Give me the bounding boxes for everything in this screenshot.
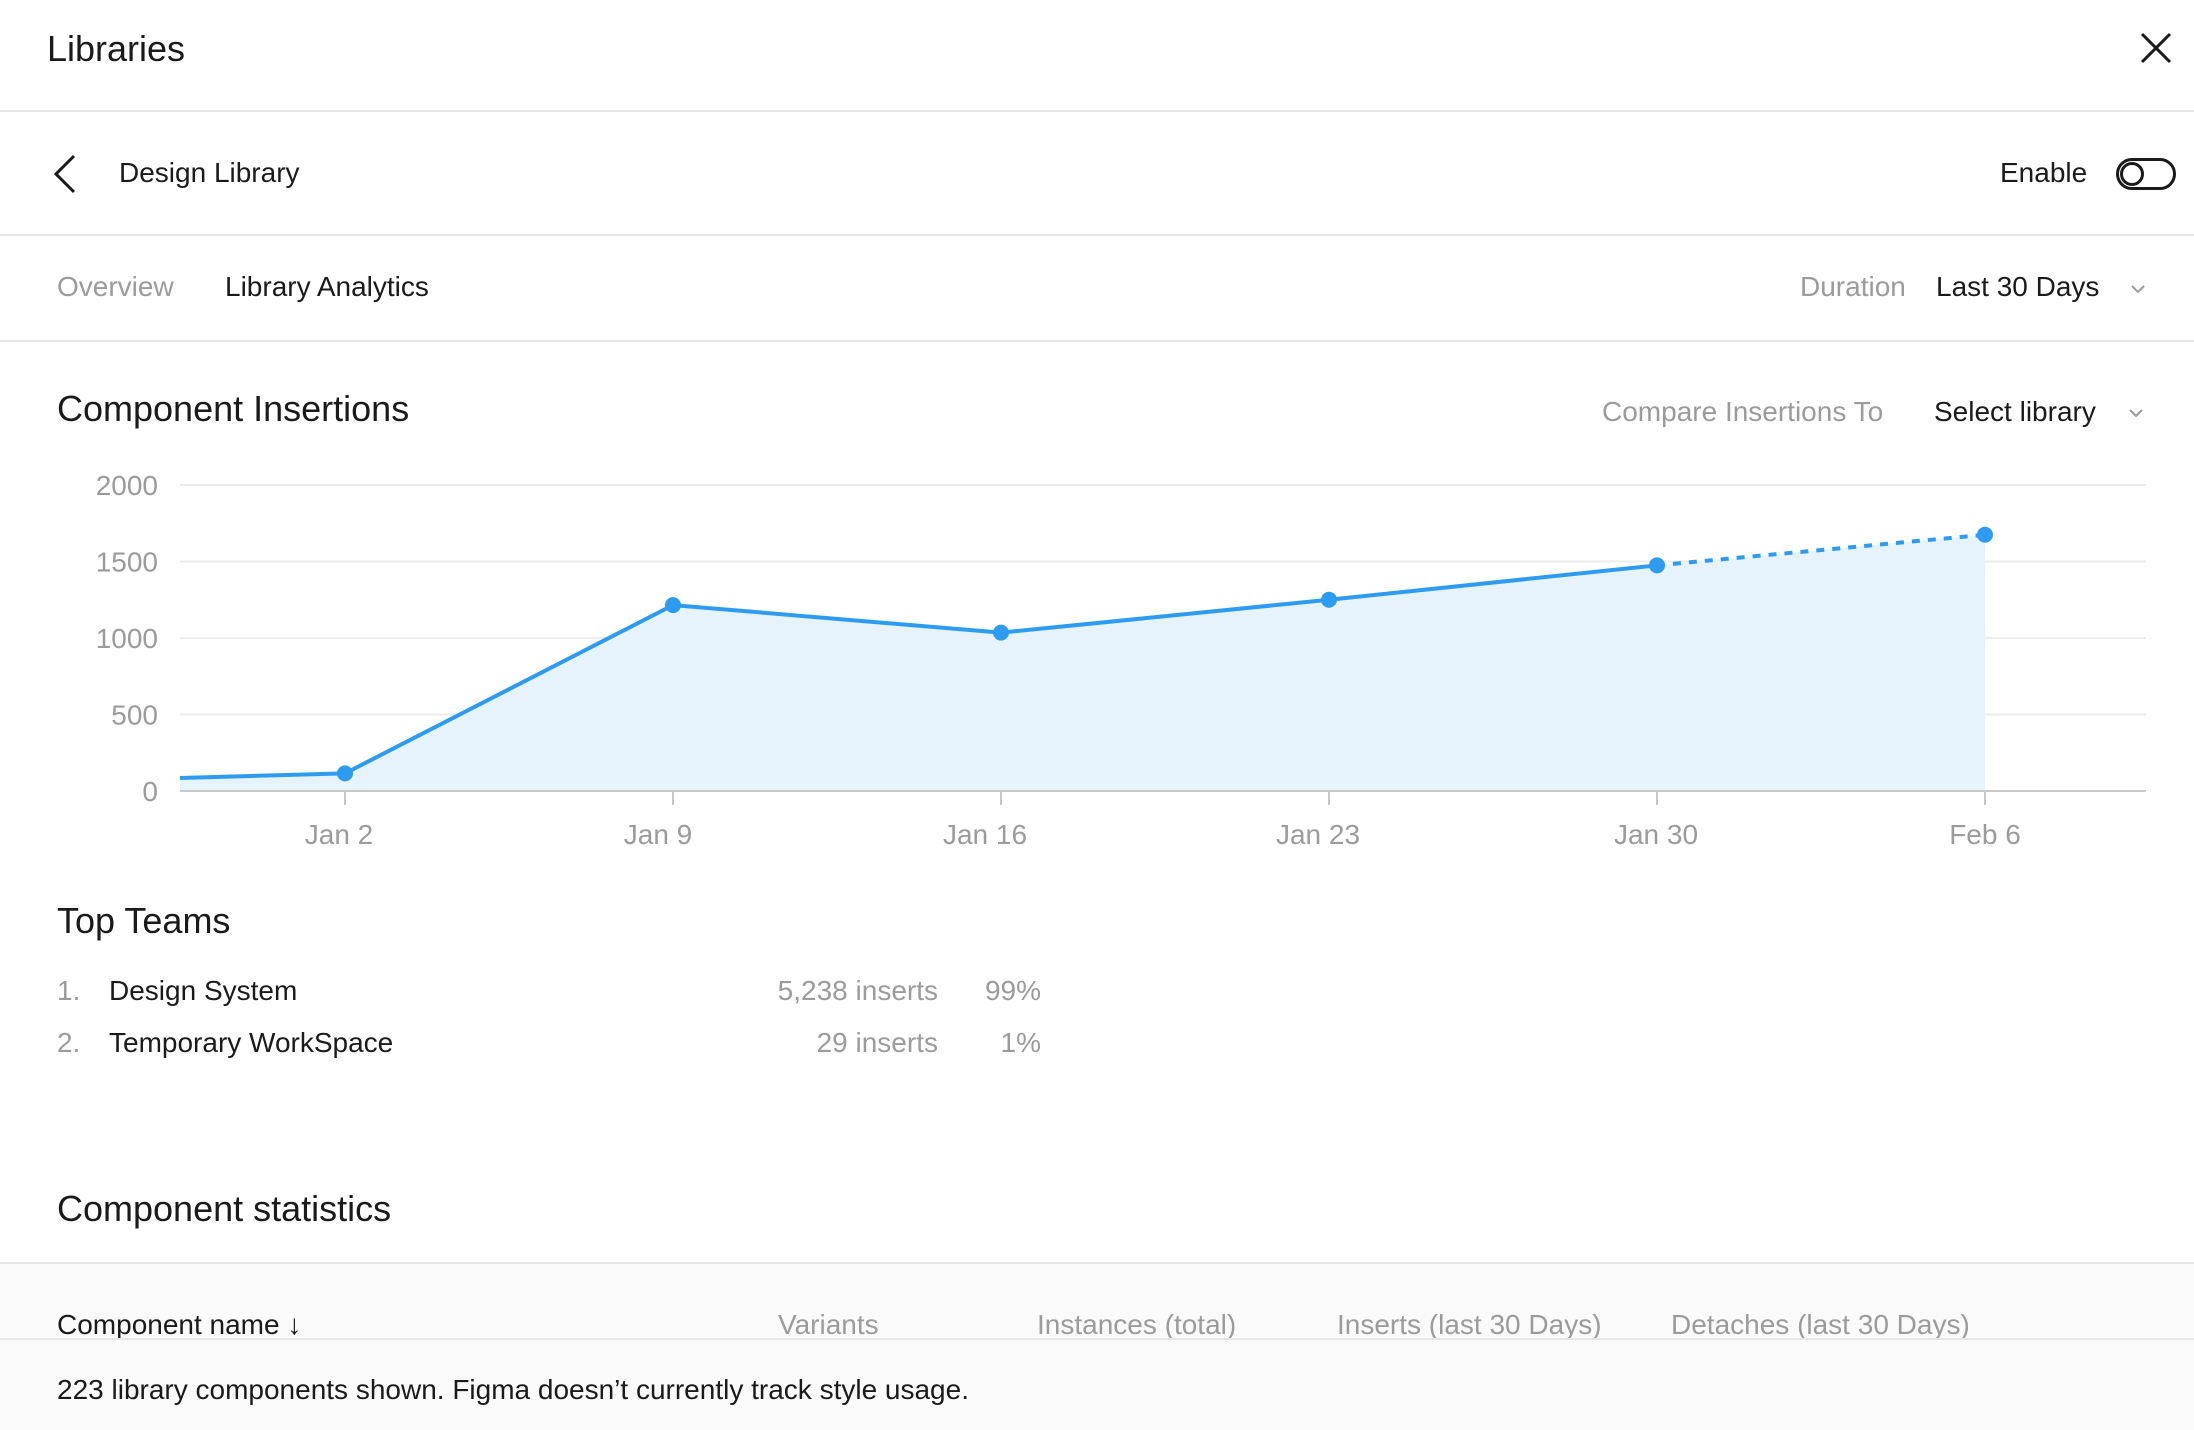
- stats-title: Component statistics: [57, 1188, 392, 1229]
- team-name: Design System: [109, 975, 298, 1006]
- data-point[interactable]: [993, 624, 1009, 641]
- data-point[interactable]: [665, 597, 681, 614]
- team-rank: 1.: [57, 975, 81, 1006]
- column-component-name[interactable]: Component name ↓: [57, 1309, 301, 1341]
- team-name: Temporary WorkSpace: [109, 1027, 394, 1058]
- list-item: 2. Temporary WorkSpace 29 inserts 1%: [57, 1027, 1057, 1079]
- compare-library-select[interactable]: Select library: [1934, 396, 2096, 428]
- column-inserts[interactable]: Inserts (last 30 Days): [1337, 1309, 1602, 1341]
- y-tick-label: 500: [111, 700, 158, 731]
- chevron-left-icon[interactable]: [50, 152, 80, 196]
- compare-label: Compare Insertions To: [1602, 396, 1884, 427]
- insertions-title: Component Insertions: [57, 388, 410, 429]
- team-rank: 2.: [57, 1027, 81, 1058]
- y-tick-label: 0: [142, 776, 158, 807]
- tab-overview[interactable]: Overview: [57, 271, 174, 303]
- close-icon[interactable]: [2136, 28, 2176, 68]
- panel-header: Libraries: [0, 0, 2194, 112]
- enable-label: Enable: [2000, 157, 2088, 188]
- x-tick-label: Jan 23: [1276, 819, 1360, 850]
- stats-table-header: Component name ↓ Variants Instances (tot…: [0, 1262, 2194, 1342]
- enable-toggle[interactable]: [2116, 158, 2176, 190]
- area-fill: [180, 534, 1985, 791]
- library-name: Design Library: [119, 157, 300, 188]
- duration-select[interactable]: Last 30 Days: [1936, 271, 2099, 303]
- team-inserts: 5,238 inserts: [777, 975, 938, 1006]
- data-point[interactable]: [1649, 557, 1665, 574]
- tab-library-analytics[interactable]: Library Analytics: [225, 271, 429, 303]
- team-percent: 99%: [984, 975, 1041, 1006]
- tab-bar: Overview Library Analytics Duration Last…: [0, 236, 2194, 342]
- insertions-chart: 0 500 1000 1500 2000 Jan 2 Jan 9 Jan 16 Jan 23 Ja…: [96, 470, 2146, 850]
- chevron-down-icon[interactable]: [2128, 408, 2144, 418]
- y-tick-label: 1500: [96, 547, 158, 578]
- y-tick-label: 2000: [96, 470, 158, 501]
- x-tick-label: Feb 6: [1949, 819, 2021, 850]
- column-variants[interactable]: Variants: [778, 1309, 879, 1341]
- x-tick-label: Jan 16: [943, 819, 1027, 850]
- data-point[interactable]: [1977, 526, 1993, 543]
- list-item: 1. Design System 5,238 inserts 99%: [57, 975, 1057, 1027]
- chevron-down-icon[interactable]: [2130, 284, 2146, 294]
- team-percent: 1%: [1000, 1027, 1041, 1058]
- column-detaches[interactable]: Detaches (last 30 Days): [1671, 1309, 1970, 1341]
- y-tick-label: 1000: [96, 623, 158, 654]
- duration-label: Duration: [1800, 271, 1906, 302]
- top-teams-title: Top Teams: [57, 900, 231, 941]
- toggle-knob: [2120, 162, 2144, 186]
- library-header: Design Library Enable: [0, 112, 2194, 236]
- data-point[interactable]: [1321, 591, 1337, 608]
- x-tick-label: Jan 9: [624, 819, 693, 850]
- footer-bar: 223 library components shown. Figma does…: [0, 1338, 2194, 1430]
- top-teams-list: 1. Design System 5,238 inserts 99% 2. Te…: [57, 975, 1057, 1079]
- footer-note: 223 library components shown. Figma does…: [57, 1374, 969, 1405]
- column-instances[interactable]: Instances (total): [1037, 1309, 1236, 1341]
- x-tick-label: Jan 30: [1614, 819, 1698, 850]
- team-inserts: 29 inserts: [816, 1027, 938, 1058]
- panel-title: Libraries: [47, 28, 186, 69]
- data-point[interactable]: [337, 765, 353, 782]
- x-tick-label: Jan 2: [305, 819, 374, 850]
